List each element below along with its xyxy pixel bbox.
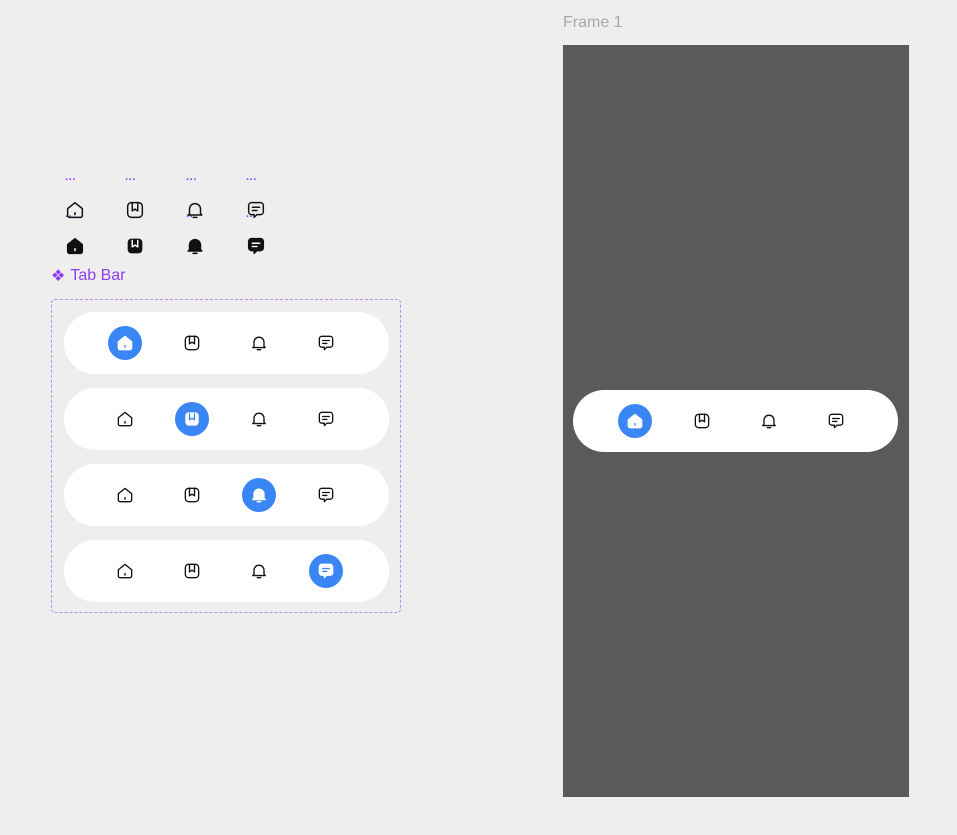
tab-bar-variant-bookmark[interactable] <box>64 388 389 450</box>
tab-bar-variant-messages[interactable] <box>64 540 389 602</box>
tab-messages[interactable] <box>309 326 343 360</box>
bell-icon <box>249 333 269 353</box>
tab-bookmark[interactable] <box>175 402 209 436</box>
frame-tab-bar[interactable] <box>573 390 898 452</box>
icon-instance-marker: ··· <box>125 174 136 186</box>
tab-bookmark[interactable] <box>175 478 209 512</box>
home-icon <box>625 411 645 431</box>
home-filled-icon[interactable] <box>64 235 86 257</box>
bell-icon <box>249 409 269 429</box>
bookmark-icon <box>182 561 202 581</box>
tab-home[interactable] <box>108 478 142 512</box>
tab-notifications[interactable] <box>242 326 276 360</box>
bell-outline-icon[interactable] <box>184 199 206 221</box>
bookmark-filled-icon[interactable] <box>124 235 146 257</box>
tab-messages[interactable] <box>819 404 853 438</box>
tab-home[interactable] <box>618 404 652 438</box>
bookmark-icon <box>182 333 202 353</box>
bookmark-icon <box>182 409 202 429</box>
bell-icon <box>759 411 779 431</box>
frame-1[interactable] <box>563 45 909 797</box>
bell-icon <box>249 561 269 581</box>
bookmark-icon <box>182 485 202 505</box>
chat-icon <box>316 485 336 505</box>
tab-home[interactable] <box>108 554 142 588</box>
frame-label[interactable]: Frame 1 <box>563 14 623 32</box>
tab-bar-variants[interactable] <box>51 299 401 613</box>
tab-messages[interactable] <box>309 554 343 588</box>
bookmark-icon <box>692 411 712 431</box>
home-icon <box>115 561 135 581</box>
tab-home[interactable] <box>108 326 142 360</box>
bell-filled-icon[interactable] <box>184 235 206 257</box>
icon-instance-marker: ··· <box>65 174 76 186</box>
home-icon <box>115 409 135 429</box>
chat-icon <box>316 409 336 429</box>
tab-notifications[interactable] <box>242 478 276 512</box>
chat-icon <box>316 333 336 353</box>
component-title[interactable]: ❖ Tab Bar <box>51 266 125 286</box>
chat-icon <box>826 411 846 431</box>
tab-notifications[interactable] <box>242 554 276 588</box>
tab-notifications[interactable] <box>752 404 786 438</box>
component-icon: ❖ <box>51 268 66 285</box>
tab-notifications[interactable] <box>242 402 276 436</box>
home-icon <box>115 333 135 353</box>
icon-instance-marker: ··· <box>186 174 197 186</box>
tab-home[interactable] <box>108 402 142 436</box>
tab-messages[interactable] <box>309 478 343 512</box>
icon-instance-marker: ··· <box>246 174 257 186</box>
chat-icon <box>316 561 336 581</box>
tab-bookmark[interactable] <box>175 326 209 360</box>
chat-filled-icon[interactable] <box>245 235 267 257</box>
home-outline-icon[interactable] <box>64 199 86 221</box>
tab-bookmark[interactable] <box>175 554 209 588</box>
bell-icon <box>249 485 269 505</box>
tab-bookmark[interactable] <box>685 404 719 438</box>
component-title-label: Tab Bar <box>70 267 126 284</box>
tab-bar-variant-notifications[interactable] <box>64 464 389 526</box>
tab-bar-variant-home[interactable] <box>64 312 389 374</box>
home-icon <box>115 485 135 505</box>
bookmark-outline-icon[interactable] <box>124 199 146 221</box>
tab-messages[interactable] <box>309 402 343 436</box>
chat-outline-icon[interactable] <box>245 199 267 221</box>
